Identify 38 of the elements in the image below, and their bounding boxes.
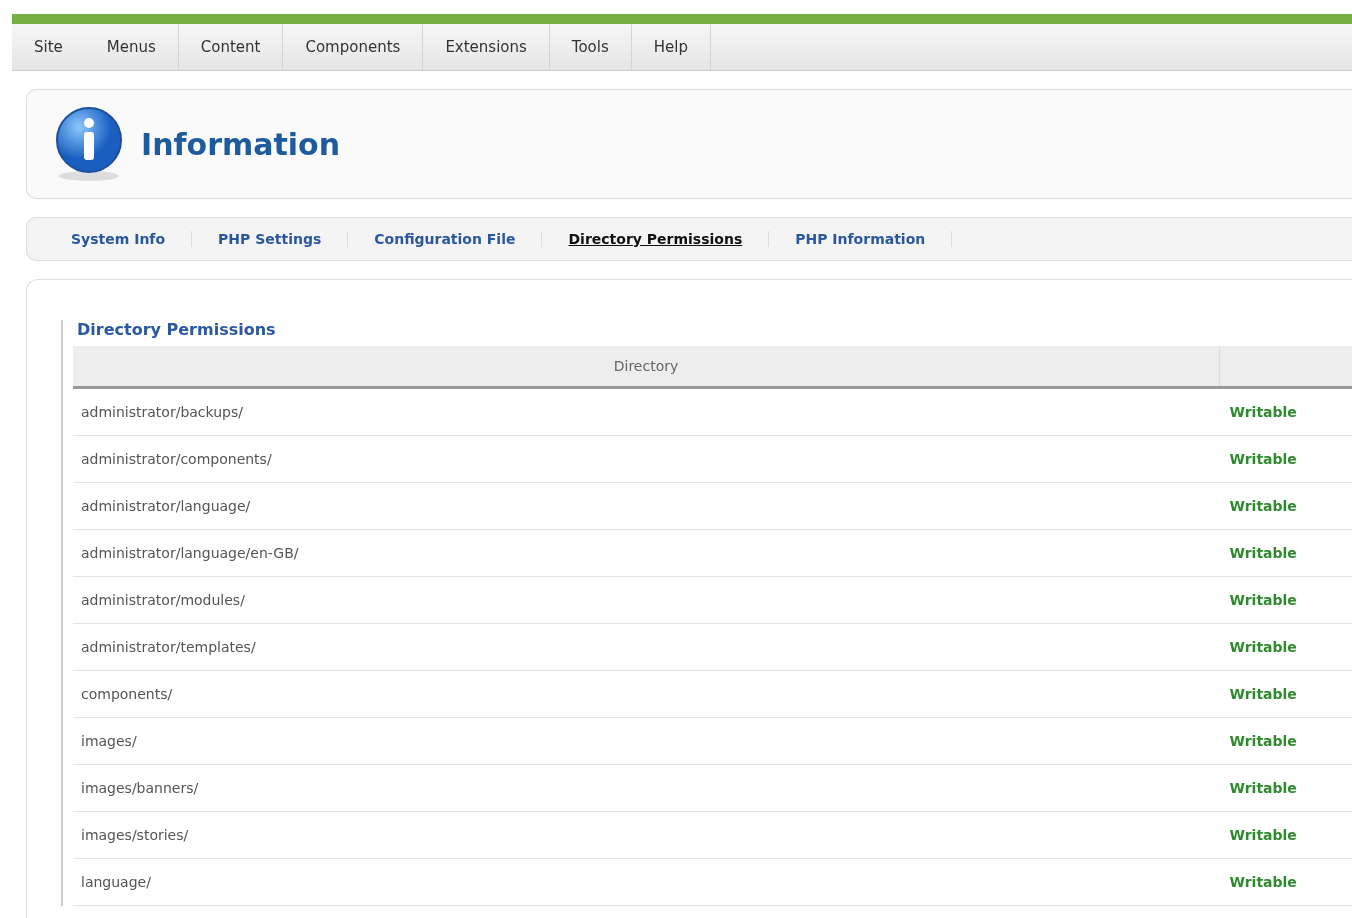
directory-cell: components/ [73,670,1220,718]
directory-cell: administrator/language/en-GB/ [73,529,1220,577]
menu-item[interactable]: Extensions [423,24,550,70]
tab[interactable]: Configuration File [348,231,543,247]
status-cell: Writable [1219,670,1352,718]
directory-cell: administrator/language/ [73,482,1220,530]
status-cell: Writable [1219,435,1352,483]
menu-item[interactable]: Content [178,24,284,70]
directory-cell: images/stories/ [73,811,1220,859]
status-cell: Writable [1219,858,1352,906]
tab[interactable]: System Info [45,231,193,247]
menu-item[interactable]: Tools [549,24,632,70]
info-icon [53,106,125,182]
tab[interactable]: Directory Permissions [542,231,770,247]
menu-item[interactable]: Components [283,24,424,70]
directory-cell: images/ [73,717,1220,765]
status-cell: Writable [1219,811,1352,859]
status-cell: Writable [1219,717,1352,765]
section-legend: Directory Permissions [77,320,1352,346]
menu-item[interactable]: Menus [84,24,179,70]
status-cell: Writable [1219,623,1352,671]
directory-cell: administrator/modules/ [73,576,1220,624]
status-cell: Writable [1219,764,1352,812]
page-title: Information [141,126,341,162]
menu-item[interactable]: Help [631,24,711,70]
directory-cell: administrator/backups/ [73,387,1220,436]
menu-item[interactable]: Site [12,24,85,70]
tab[interactable]: PHP Settings [192,231,349,247]
status-cell: Writable [1219,482,1352,530]
directory-cell: images/banners/ [73,764,1220,812]
status-cell: Writable [1219,576,1352,624]
directory-cell: administrator/components/ [73,435,1220,483]
directory-cell: language/ [73,858,1220,906]
column-header: Directory [73,346,1220,388]
directory-cell: administrator/templates/ [73,623,1220,671]
status-cell: Writable [1219,529,1352,577]
tab[interactable]: PHP Information [769,231,953,247]
status-cell: Writable [1219,387,1352,436]
